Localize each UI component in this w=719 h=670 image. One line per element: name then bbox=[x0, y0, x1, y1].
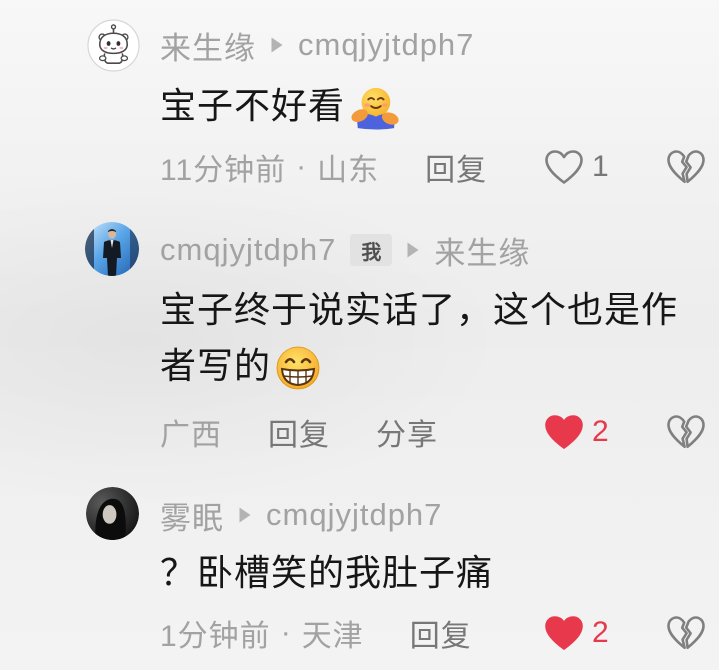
hugging-face-icon bbox=[351, 88, 399, 131]
portrait-avatar-icon bbox=[86, 487, 139, 540]
location: 天津 bbox=[301, 620, 364, 653]
comment-text-body: 宝子终于说实话了，这个也是作者写的 bbox=[160, 289, 679, 386]
heart-icon bbox=[545, 616, 583, 650]
comment-text-body: ？卧槽笑的我肚子痛 bbox=[160, 552, 494, 593]
reply-button[interactable]: 回复 bbox=[425, 145, 487, 189]
username[interactable]: 雾眠 bbox=[160, 493, 224, 538]
comment-header: 来生缘 cmqjyjtdph7 bbox=[160, 23, 474, 68]
reply-to-username[interactable]: 来生缘 bbox=[434, 228, 530, 273]
reply-arrow-icon bbox=[271, 37, 283, 53]
comment-header: cmqjyjtdph7 我 来生缘 bbox=[160, 228, 530, 273]
meta-separator: · bbox=[280, 616, 292, 649]
avatar[interactable] bbox=[87, 19, 140, 72]
comment-text[interactable]: ？卧槽笑的我肚子痛 bbox=[160, 547, 705, 599]
like-button[interactable]: 1 bbox=[544, 147, 609, 187]
dislike-button[interactable] bbox=[666, 147, 706, 187]
username[interactable]: 来生缘 bbox=[160, 23, 256, 68]
broken-heart-icon bbox=[667, 616, 705, 650]
timestamp: 1分钟前 bbox=[160, 620, 271, 653]
grinning-face-icon bbox=[276, 347, 320, 390]
meta-separator: · bbox=[296, 150, 308, 183]
timestamp: 11分钟前 bbox=[160, 154, 287, 187]
reply-arrow-icon bbox=[239, 507, 251, 523]
comment-header: 雾眠 cmqjyjtdph7 bbox=[160, 493, 442, 538]
comment-meta: 11分钟前 · 山东 回复 bbox=[160, 147, 487, 187]
heart-icon bbox=[545, 415, 583, 449]
like-button[interactable]: 2 bbox=[544, 613, 609, 653]
dislike-button[interactable] bbox=[666, 613, 706, 653]
avatar[interactable] bbox=[85, 222, 139, 276]
like-button[interactable]: 2 bbox=[544, 412, 609, 452]
comment-text-body: 宝子不好看 bbox=[160, 85, 346, 126]
comment-text[interactable]: 宝子终于说实话了，这个也是作者写的 bbox=[160, 282, 705, 394]
broken-heart-icon bbox=[667, 415, 705, 449]
self-badge: 我 bbox=[350, 234, 393, 266]
comment-meta: 广西 回复 分享 bbox=[160, 412, 438, 452]
location: 广西 bbox=[160, 419, 222, 452]
reply-to-username[interactable]: cmqjyjtdph7 bbox=[266, 497, 442, 533]
cartoon-avatar-icon bbox=[87, 19, 140, 72]
reply-button[interactable]: 回复 bbox=[410, 611, 472, 655]
broken-heart-icon bbox=[667, 150, 705, 184]
photo-avatar-icon bbox=[85, 222, 139, 276]
dislike-button[interactable] bbox=[666, 412, 706, 452]
like-count: 2 bbox=[592, 415, 609, 448]
comment-text[interactable]: 宝子不好看 bbox=[160, 80, 705, 132]
username[interactable]: cmqjyjtdph7 bbox=[160, 232, 336, 268]
avatar[interactable] bbox=[86, 487, 139, 540]
like-count: 1 bbox=[592, 150, 609, 183]
reply-arrow-icon bbox=[407, 242, 419, 258]
reply-button[interactable]: 回复 bbox=[268, 410, 330, 454]
like-count: 2 bbox=[592, 616, 609, 649]
reply-to-username[interactable]: cmqjyjtdph7 bbox=[298, 27, 474, 63]
comment-meta: 1分钟前 · 天津 回复 bbox=[160, 613, 472, 653]
share-button[interactable]: 分享 bbox=[376, 410, 438, 454]
heart-icon bbox=[545, 150, 583, 184]
comment-list: 来生缘 cmqjyjtdph7 宝子不好看 11分钟前 · 山东 回复 1 cm… bbox=[0, 0, 719, 670]
location: 山东 bbox=[317, 154, 380, 187]
